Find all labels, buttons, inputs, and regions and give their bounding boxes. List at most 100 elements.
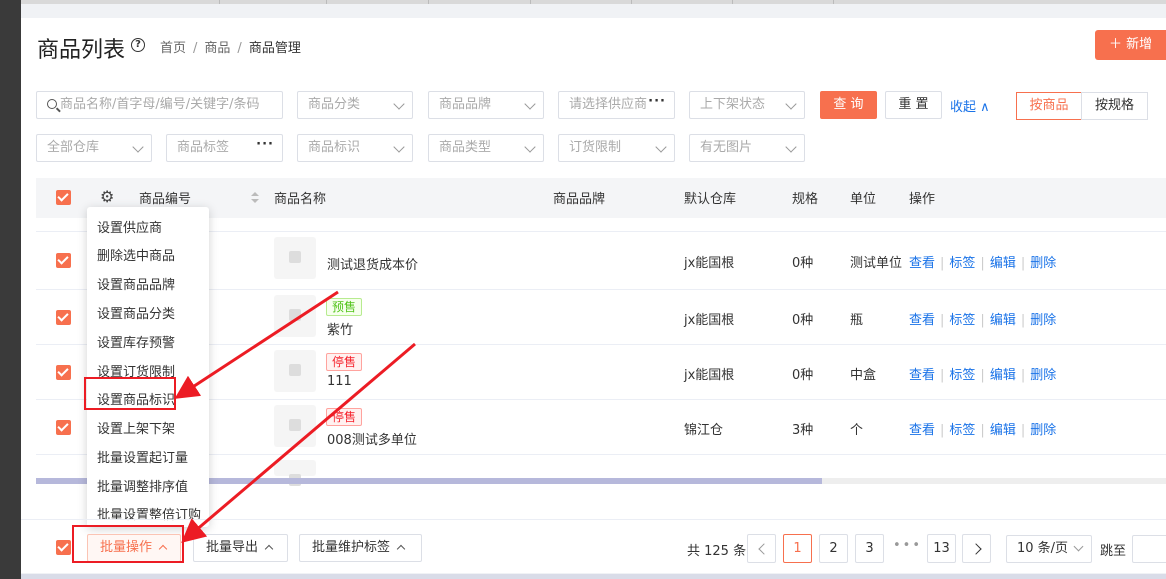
delete-link[interactable]: 删除: [1030, 368, 1056, 383]
batch-export-button[interactable]: 批量导出: [193, 534, 288, 562]
order-limit-select[interactable]: 订货限制: [558, 134, 675, 162]
product-spec: 0种: [792, 256, 814, 271]
menu-item-batch-min-order[interactable]: 批量设置起订量: [97, 447, 188, 466]
select-all-checkbox[interactable]: [56, 190, 71, 205]
delete-link[interactable]: 删除: [1030, 423, 1056, 438]
delete-link[interactable]: 删除: [1030, 313, 1056, 328]
top-tab-strip: [21, 0, 1166, 4]
row-checkbox[interactable]: [56, 253, 71, 268]
edit-link[interactable]: 编辑: [990, 313, 1016, 328]
goto-page-input[interactable]: [1132, 535, 1166, 563]
footer-select-all-checkbox[interactable]: [56, 540, 71, 555]
chevron-up-icon: [396, 544, 406, 554]
view-link[interactable]: 查看: [909, 313, 935, 328]
more-icon: ···: [256, 137, 274, 152]
product-thumbnail: [274, 295, 316, 337]
edit-link[interactable]: 编辑: [990, 368, 1016, 383]
batch-export-label: 批量导出: [206, 540, 259, 555]
menu-item-set-supplier[interactable]: 设置供应商: [97, 217, 162, 236]
row-actions: 查看 | 标签 | 编辑 | 删除: [909, 368, 1057, 383]
tag-link[interactable]: 标签: [949, 256, 975, 271]
category-select[interactable]: 商品分类: [297, 91, 413, 119]
menu-item-delete-selected[interactable]: 删除选中商品: [97, 245, 175, 264]
gear-icon[interactable]: ⚙: [100, 189, 114, 205]
brand-select[interactable]: 商品品牌: [428, 91, 544, 119]
row-actions: 查看 | 标签 | 编辑 | 删除: [909, 313, 1057, 328]
header-unit: 单位: [850, 192, 877, 207]
tag-link[interactable]: 标签: [949, 313, 975, 328]
query-button[interactable]: 查 询: [820, 91, 877, 119]
header-brand: 商品品牌: [553, 192, 606, 207]
menu-item-set-category[interactable]: 设置商品分类: [97, 303, 175, 322]
breadcrumb-product[interactable]: 商品: [204, 41, 230, 56]
page-13-button[interactable]: 13: [927, 534, 956, 563]
help-icon[interactable]: ?: [131, 38, 145, 52]
delete-link[interactable]: 删除: [1030, 256, 1056, 271]
add-button[interactable]: ＋ 新增: [1095, 30, 1166, 60]
view-link[interactable]: 查看: [909, 256, 935, 271]
menu-item-set-stock-alert[interactable]: 设置库存预警: [97, 332, 175, 351]
edit-link[interactable]: 编辑: [990, 423, 1016, 438]
collapse-link[interactable]: 收起 ∧: [950, 96, 990, 115]
reset-button[interactable]: 重 置: [885, 91, 942, 119]
chevron-up-icon: ∧: [980, 100, 990, 115]
product-spec: 3种: [792, 423, 814, 438]
has-image-label: 有无图片: [700, 140, 753, 155]
batch-operations-menu: 设置供应商 删除选中商品 设置商品品牌 设置商品分类 设置库存预警 设置订货限制…: [87, 207, 209, 527]
product-tag-select[interactable]: 商品标签 ···: [166, 134, 283, 162]
row-checkbox[interactable]: [56, 365, 71, 380]
product-thumbnail: [274, 350, 316, 392]
menu-item-batch-multiple-order[interactable]: 批量设置整倍订购: [97, 504, 201, 523]
product-type-select[interactable]: 商品类型: [428, 134, 544, 162]
product-tag-label: 商品标签: [177, 140, 230, 155]
page-2-button[interactable]: 2: [819, 534, 848, 563]
page-1-button[interactable]: 1: [783, 534, 812, 563]
stop-sale-badge: 停售: [326, 408, 363, 426]
product-spec: 0种: [792, 368, 814, 383]
page-size-select[interactable]: 10 条/页: [1006, 535, 1092, 563]
product-mark-select[interactable]: 商品标识: [297, 134, 413, 162]
product-unit: 中盒: [850, 368, 877, 383]
has-image-select[interactable]: 有无图片: [689, 134, 805, 162]
product-warehouse: jx能国根: [684, 368, 735, 383]
page-3-button[interactable]: 3: [855, 534, 884, 563]
header-action: 操作: [909, 192, 936, 207]
highlight-box-batch-operations: [72, 525, 184, 563]
header-name: 商品名称: [274, 192, 327, 207]
menu-item-batch-sort[interactable]: 批量调整排序值: [97, 476, 188, 495]
view-link[interactable]: 查看: [909, 368, 935, 383]
supplier-select[interactable]: 请选择供应商 ···: [558, 91, 675, 119]
product-name[interactable]: 008测试多单位: [327, 429, 417, 448]
prev-page-button[interactable]: [747, 534, 776, 563]
next-page-button[interactable]: [962, 534, 991, 563]
search-placeholder: 商品名称/首字母/编号/关键字/条码: [60, 97, 260, 112]
page-size-label: 10 条/页: [1017, 541, 1069, 556]
product-warehouse: 锦江仓: [684, 423, 724, 438]
view-by-product-toggle[interactable]: 按商品: [1016, 92, 1082, 120]
view-link[interactable]: 查看: [909, 423, 935, 438]
shelf-status-select[interactable]: 上下架状态: [689, 91, 805, 119]
product-name[interactable]: 111: [327, 374, 352, 389]
menu-item-set-brand[interactable]: 设置商品品牌: [97, 274, 175, 293]
product-name[interactable]: 紫竹: [327, 319, 353, 338]
stop-sale-badge: 停售: [326, 353, 363, 371]
left-dark-edge: [0, 0, 21, 579]
row-checkbox[interactable]: [56, 420, 71, 435]
tag-link[interactable]: 标签: [949, 423, 975, 438]
product-name[interactable]: 测试退货成本价: [327, 254, 418, 273]
tag-link[interactable]: 标签: [949, 368, 975, 383]
search-input[interactable]: 商品名称/首字母/编号/关键字/条码: [36, 91, 283, 119]
batch-tags-button[interactable]: 批量维护标签: [299, 534, 422, 562]
product-thumbnail: [274, 460, 316, 486]
page-ellipsis[interactable]: •••: [893, 538, 922, 553]
row-checkbox[interactable]: [56, 310, 71, 325]
edit-link[interactable]: 编辑: [990, 256, 1016, 271]
view-by-spec-toggle[interactable]: 按规格: [1081, 92, 1148, 120]
product-unit: 个: [850, 423, 864, 438]
collapse-label: 收起: [950, 100, 977, 115]
breadcrumb-home[interactable]: 首页: [160, 41, 186, 56]
menu-item-set-shelf[interactable]: 设置上架下架: [97, 418, 175, 437]
chevron-down-icon: [655, 141, 667, 153]
warehouse-select[interactable]: 全部仓库: [36, 134, 152, 162]
product-thumbnail: [274, 405, 316, 447]
